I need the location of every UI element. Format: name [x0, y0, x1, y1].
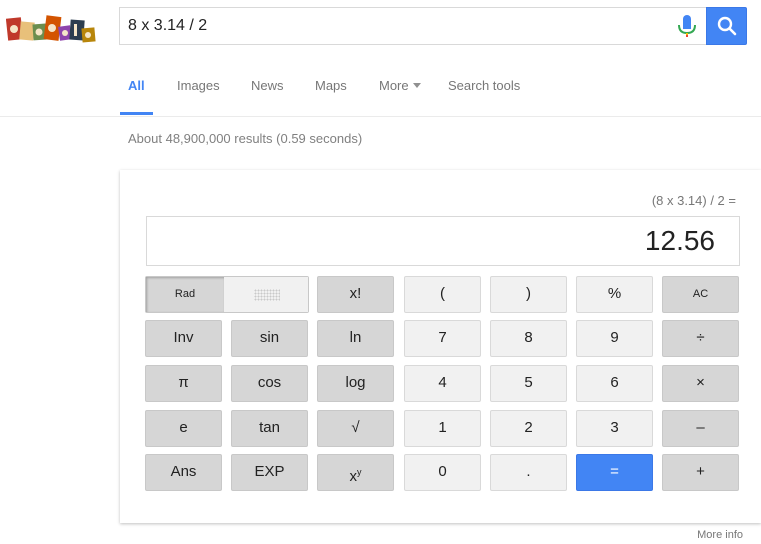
plus-button[interactable]: +	[662, 454, 739, 491]
google-doodle-logo[interactable]	[6, 12, 98, 48]
pi-button[interactable]: π	[145, 365, 222, 402]
digit-3-button[interactable]: 3	[576, 410, 653, 447]
minus-button[interactable]: –	[662, 410, 739, 447]
left-paren-button[interactable]: (	[404, 276, 481, 313]
all-clear-button[interactable]: AC	[662, 276, 739, 313]
digit-5-button[interactable]: 5	[490, 365, 567, 402]
digit-1-button[interactable]: 1	[404, 410, 481, 447]
tab-all[interactable]: All	[128, 78, 145, 93]
search-icon	[717, 16, 737, 36]
digit-8-button[interactable]: 8	[490, 320, 567, 357]
digit-4-button[interactable]: 4	[404, 365, 481, 402]
digit-7-button[interactable]: 7	[404, 320, 481, 357]
tab-news[interactable]: News	[251, 78, 284, 93]
calculator-result: 12.56	[644, 225, 715, 256]
calculator-expression: (8 x 3.14) / 2 =	[651, 193, 736, 208]
power-exponent-label: y	[357, 467, 362, 477]
equals-button[interactable]: =	[576, 454, 653, 491]
search-input[interactable]	[128, 8, 668, 44]
rad-button[interactable]: Rad	[146, 277, 224, 312]
microphone-icon[interactable]	[677, 14, 697, 40]
divide-button[interactable]: ÷	[662, 320, 739, 357]
calculator-card: (8 x 3.14) / 2 = 12.56 Rad x! ( ) % AC I…	[120, 170, 761, 523]
search-button[interactable]	[706, 7, 747, 45]
more-info-link[interactable]: More info	[697, 529, 743, 541]
tab-maps[interactable]: Maps	[315, 78, 347, 93]
sqrt-button[interactable]: √	[317, 410, 394, 447]
ln-button[interactable]: ln	[317, 320, 394, 357]
deg-button[interactable]	[224, 277, 308, 312]
factorial-button[interactable]: x!	[317, 276, 394, 313]
tab-more[interactable]: More	[379, 78, 421, 93]
multiply-button[interactable]: ×	[662, 365, 739, 402]
tab-search-tools[interactable]: Search tools	[448, 78, 520, 93]
tab-more-label: More	[379, 78, 409, 93]
tab-images[interactable]: Images	[177, 78, 220, 93]
sin-button[interactable]: sin	[231, 320, 308, 357]
cos-button[interactable]: cos	[231, 365, 308, 402]
inverse-button[interactable]: Inv	[145, 320, 222, 357]
search-tabs: All Images News Maps More Search tools	[0, 56, 761, 117]
chevron-down-icon	[412, 83, 421, 88]
deg-placeholder-dots	[254, 289, 280, 301]
digit-9-button[interactable]: 9	[576, 320, 653, 357]
header	[0, 0, 761, 55]
angle-mode-toggle[interactable]: Rad	[145, 276, 309, 313]
active-tab-indicator	[120, 112, 153, 115]
digit-2-button[interactable]: 2	[490, 410, 567, 447]
exp-button[interactable]: EXP	[231, 454, 308, 491]
digit-0-button[interactable]: 0	[404, 454, 481, 491]
search-box[interactable]	[119, 7, 706, 45]
digit-6-button[interactable]: 6	[576, 365, 653, 402]
power-button[interactable]: xy	[317, 454, 394, 491]
decimal-point-button[interactable]: .	[490, 454, 567, 491]
tan-button[interactable]: tan	[231, 410, 308, 447]
euler-e-button[interactable]: e	[145, 410, 222, 447]
result-stats: About 48,900,000 results (0.59 seconds)	[128, 131, 363, 146]
right-paren-button[interactable]: )	[490, 276, 567, 313]
answer-button[interactable]: Ans	[145, 454, 222, 491]
calculator-display: 12.56	[146, 216, 740, 266]
log-button[interactable]: log	[317, 365, 394, 402]
percent-button[interactable]: %	[576, 276, 653, 313]
